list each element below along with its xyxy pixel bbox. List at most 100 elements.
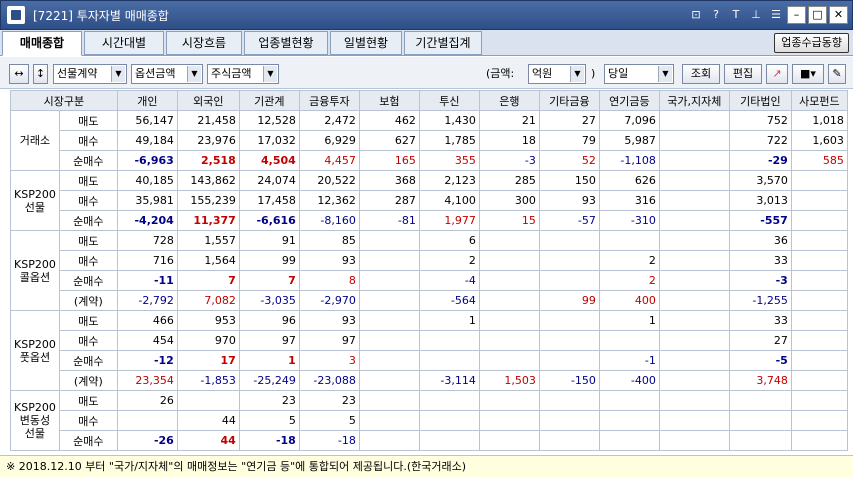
query-button[interactable]: 조회 (682, 64, 720, 84)
wrench-icon[interactable]: ✎ (828, 64, 846, 84)
futures-unit-select[interactable]: 선물계약 ▼ (53, 64, 127, 84)
data-cell: -3 (478, 150, 540, 171)
data-cell: 165 (358, 150, 420, 171)
data-cell: 6 (418, 230, 480, 251)
close-button[interactable]: ✕ (829, 6, 848, 24)
tab-summary[interactable]: 매매종합 (2, 31, 82, 56)
link-icon[interactable]: ⊡ (687, 6, 705, 24)
data-cell (418, 330, 480, 351)
data-cell: -1,255 (728, 290, 792, 311)
data-cell: 33 (728, 250, 792, 271)
data-cell: 970 (176, 330, 240, 351)
column-header: 시장구분 (10, 90, 118, 111)
data-cell (658, 210, 730, 231)
data-cell: 1,430 (418, 110, 480, 131)
settings-icon[interactable]: ☰ (767, 6, 785, 24)
tab-period[interactable]: 기간별집계 (404, 31, 482, 55)
data-cell: 1,603 (790, 130, 848, 151)
data-cell (358, 270, 420, 291)
data-cell (790, 350, 848, 371)
table-row: 순매수 -11 7 7 8 -4 2 -3 (11, 270, 848, 291)
camera-icon[interactable]: ■▾ (792, 64, 824, 84)
data-cell (790, 430, 848, 451)
data-cell: 44 (176, 410, 240, 431)
data-cell (538, 330, 600, 351)
options-unit-select[interactable]: 옵션금액 ▼ (131, 64, 203, 84)
tab-market-flow[interactable]: 시장흐름 (166, 31, 242, 55)
amount-unit-select[interactable]: 억원 ▼ (528, 64, 586, 84)
data-cell: 728 (116, 230, 178, 251)
data-cell (658, 270, 730, 291)
data-cell: 462 (358, 110, 420, 131)
chart-icon[interactable]: ↗ (766, 64, 788, 84)
data-cell: 91 (238, 230, 300, 251)
data-cell: -3,035 (238, 290, 300, 311)
tab-daily[interactable]: 일별현황 (330, 31, 402, 55)
data-cell: 155,239 (176, 190, 240, 211)
data-cell: 3,570 (728, 170, 792, 191)
data-cell: -400 (598, 370, 660, 391)
data-cell: 316 (598, 190, 660, 211)
data-cell: 1 (598, 310, 660, 331)
header-row: 시장구분 개인 외국인 기관계 금융투자 보험 투신 은행 기타금융 연기금등 국가,지자체 기타법인… (10, 90, 848, 111)
data-cell: 99 (538, 290, 600, 311)
data-cell: 96 (238, 310, 300, 331)
data-cell: 56,147 (116, 110, 178, 131)
tab-sector[interactable]: 업종별현황 (244, 31, 328, 55)
maximize-button[interactable]: □ (808, 6, 827, 24)
data-cell: 5 (298, 410, 360, 431)
data-cell: 2 (598, 250, 660, 271)
vertical-arrows-icon[interactable]: ↕ (33, 64, 48, 84)
data-cell (478, 310, 540, 331)
column-header: 개인 (116, 90, 178, 111)
data-cell (478, 390, 540, 411)
data-cell: 355 (418, 150, 480, 171)
data-cell: 44 (176, 430, 240, 451)
data-cell: 466 (116, 310, 178, 331)
horizontal-arrows-icon[interactable]: ↔ (9, 64, 29, 84)
data-cell: 33 (728, 310, 792, 331)
notice-bar: ※ 2018.12.10 부터 "국가/지자체"의 매매정보는 "연기금 등"에… (0, 455, 853, 477)
data-cell (478, 330, 540, 351)
help-icon[interactable]: ? (707, 6, 725, 24)
data-cell (478, 430, 540, 451)
data-cell: 368 (358, 170, 420, 191)
data-cell: -3 (728, 270, 792, 291)
data-cell: 5,987 (598, 130, 660, 151)
data-cell (658, 310, 730, 331)
column-header: 사모펀드 (790, 90, 848, 111)
text-size-icon[interactable]: T (727, 6, 745, 24)
table-row: KSP200 콜옵션 매도 728 1,557 91 85 6 36 (10, 230, 848, 311)
market-label: KSP200 선물 (10, 170, 60, 231)
data-cell (358, 350, 420, 371)
period-select[interactable]: 당일 ▼ (604, 64, 674, 84)
data-cell: 17 (176, 350, 240, 371)
data-cell (538, 410, 600, 431)
minimize-button[interactable]: – (787, 6, 806, 24)
data-cell: 716 (116, 250, 178, 271)
data-cell: 285 (478, 170, 540, 191)
data-cell: 1,785 (418, 130, 480, 151)
data-cell: 93 (538, 190, 600, 211)
data-cell: -5 (728, 350, 792, 371)
data-cell (790, 250, 848, 271)
pin-icon[interactable]: ⊥ (747, 6, 765, 24)
market-label: KSP200 풋옵션 (10, 310, 60, 391)
data-cell: 300 (478, 190, 540, 211)
tab-time[interactable]: 시간대별 (84, 31, 164, 55)
data-cell (478, 350, 540, 371)
data-cell (658, 110, 730, 131)
data-cell: 953 (176, 310, 240, 331)
data-cell (658, 230, 730, 251)
row-type-label: 순매수 (58, 430, 118, 451)
edit-button[interactable]: 편집 (724, 64, 762, 84)
table-row: 매수 49,184 23,976 17,032 6,929 627 1,785 18 79 5,9… (11, 130, 848, 151)
data-cell (538, 390, 600, 411)
app-icon (7, 6, 25, 24)
table-row: 매수 716 1,564 99 93 2 2 33 (11, 250, 848, 271)
sector-flow-button[interactable]: 업종수급동향 (774, 33, 849, 53)
trade-table: 시장구분 개인 외국인 기관계 금융투자 보험 투신 은행 기타금융 연기금등 국가,지자체 기타법인… (10, 90, 848, 451)
data-cell (790, 290, 848, 311)
table-row: 순매수 -26 44 -18 -18 (11, 430, 848, 451)
stock-unit-select[interactable]: 주식금액 ▼ (207, 64, 279, 84)
